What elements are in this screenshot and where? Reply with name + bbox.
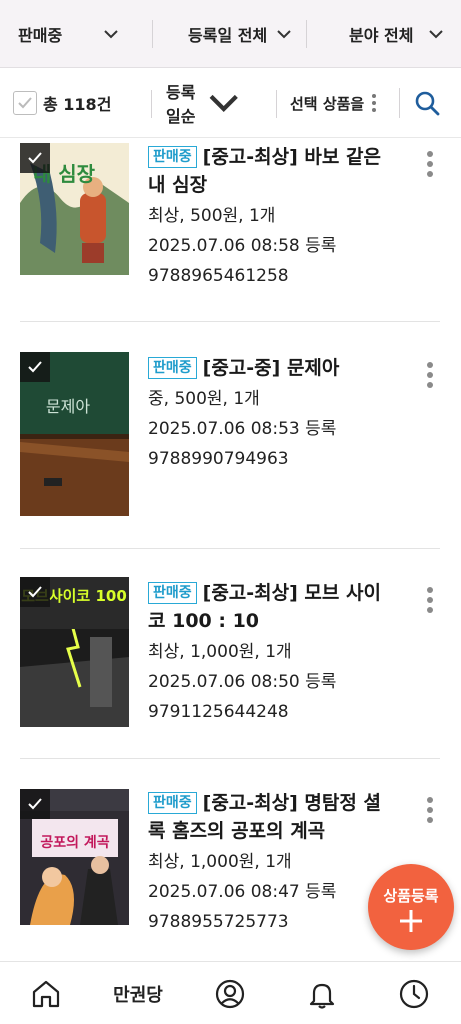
more-vertical-icon [372, 94, 377, 112]
check-icon [18, 97, 32, 109]
list-item[interactable]: 내 심장 판매중 [중고-최상] 바보 같은 내 심장 최상, 500원, 1개 … [20, 139, 440, 322]
check-icon [28, 152, 42, 164]
chevron-down-icon [429, 30, 444, 39]
select-all[interactable]: 총 118건 [13, 68, 111, 138]
nav-home[interactable] [26, 962, 66, 1024]
date-filter-label: 등록일 전체 [188, 26, 268, 45]
check-icon [28, 798, 42, 810]
selected-items-menu[interactable]: 선택 상품을 [290, 68, 377, 138]
genre-filter-dropdown[interactable]: 분야 전체 [349, 0, 444, 68]
status-badge: 판매중 [148, 146, 197, 168]
divider [152, 20, 153, 48]
product-list: 내 심장 판매중 [중고-최상] 바보 같은 내 심장 최상, 500원, 1개 … [0, 139, 461, 961]
book-cover: 공포의 계곡 [20, 789, 129, 925]
item-select-checkbox[interactable] [20, 352, 50, 382]
item-select-checkbox[interactable] [20, 789, 50, 819]
plus-icon [400, 909, 422, 932]
sort-dropdown[interactable]: 등록일순 [166, 68, 239, 138]
divider [306, 20, 307, 48]
item-isbn: 9788990794963 [148, 449, 289, 469]
filter-bar: 판매중 등록일 전체 분야 전체 [0, 0, 461, 68]
list-toolbar: 총 118건 등록일순 선택 상품을 [0, 68, 461, 138]
clock-icon [399, 979, 429, 1008]
item-condition-price: 중, 500원, 1개 [148, 389, 260, 409]
chevron-down-icon [277, 30, 291, 39]
book-cover: 내 심장 [20, 143, 129, 275]
item-isbn: 9788965461258 [148, 266, 289, 286]
item-condition-price: 최상, 1,000원, 1개 [148, 642, 292, 662]
total-count: 총 118건 [43, 95, 112, 114]
chevron-down-icon [104, 30, 118, 39]
bell-icon [309, 983, 335, 1009]
item-title-line[interactable]: 판매중 [중고-중] 문제아 [148, 354, 388, 382]
search-icon [415, 91, 440, 116]
item-more-button[interactable] [424, 362, 436, 388]
item-more-button[interactable] [424, 151, 436, 177]
status-filter-label: 판매중 [18, 26, 63, 45]
divider [151, 90, 152, 118]
nav-store[interactable]: 만권당 [100, 962, 176, 1024]
item-select-checkbox[interactable] [20, 577, 50, 607]
item-condition-price: 최상, 500원, 1개 [148, 206, 276, 226]
item-condition-price: 최상, 1,000원, 1개 [148, 852, 292, 872]
item-title-line[interactable]: 판매중 [중고-최상] 명탐정 셜록 홈즈의 공포의 계곡 [148, 789, 388, 845]
item-registered-date: 2025.07.06 08:53 등록 [148, 419, 337, 439]
chevron-down-icon [210, 95, 239, 113]
item-title-line[interactable]: 판매중 [중고-최상] 바보 같은 내 심장 [148, 143, 388, 199]
item-registered-date: 2025.07.06 08:47 등록 [148, 882, 337, 902]
genre-filter-label: 분야 전체 [349, 26, 414, 45]
status-badge: 판매중 [148, 792, 197, 814]
divider [276, 90, 277, 118]
check-icon [28, 586, 42, 598]
item-info: 판매중 [중고-최상] 명탐정 셜록 홈즈의 공포의 계곡 최상, 1,000원,… [148, 789, 388, 937]
cover-title: 문제아 [46, 397, 90, 416]
nav-notifications[interactable] [302, 962, 342, 1024]
select-action-label: 선택 상품을 [290, 94, 365, 113]
check-icon [28, 361, 42, 373]
item-isbn: 9788955725773 [148, 912, 289, 932]
select-all-checkbox[interactable] [13, 91, 37, 115]
item-title: [중고-중] 문제아 [202, 357, 340, 379]
item-more-button[interactable] [424, 797, 436, 823]
sort-label: 등록일순 [166, 83, 196, 126]
user-circle-icon [215, 979, 245, 1008]
status-filter-dropdown[interactable]: 판매중 [18, 0, 118, 68]
item-info: 판매중 [중고-중] 문제아 중, 500원, 1개 2025.07.06 08:… [148, 354, 388, 474]
home-icon [32, 980, 60, 1007]
date-filter-dropdown[interactable]: 등록일 전체 [188, 0, 291, 68]
nav-history[interactable] [394, 962, 434, 1024]
register-product-button[interactable]: 상품등록 [368, 864, 454, 950]
item-more-button[interactable] [424, 587, 436, 613]
list-item[interactable]: 문제아 판매중 [중고-중] 문제아 중, 500원, 1개 2025.07.06… [20, 322, 440, 549]
nav-profile[interactable] [210, 962, 250, 1024]
item-info: 판매중 [중고-최상] 바보 같은 내 심장 최상, 500원, 1개 2025.… [148, 143, 388, 291]
register-product-label: 상품등록 [383, 886, 439, 905]
nav-store-label: 만권당 [113, 984, 163, 1006]
status-badge: 판매중 [148, 357, 197, 379]
status-badge: 판매중 [148, 582, 197, 604]
bottom-nav: 만권당 [0, 961, 461, 1024]
book-cover: 모브사이코 100 [20, 577, 129, 727]
item-registered-date: 2025.07.06 08:58 등록 [148, 236, 337, 256]
list-item[interactable]: 모브사이코 100 판매중 [중고-최상] 모브 사이코 100 : 10 최상,… [20, 549, 440, 759]
divider [399, 88, 400, 118]
item-info: 판매중 [중고-최상] 모브 사이코 100 : 10 최상, 1,000원, 1… [148, 579, 388, 727]
book-cover: 문제아 [20, 352, 129, 516]
search-button[interactable] [414, 68, 440, 138]
item-title-line[interactable]: 판매중 [중고-최상] 모브 사이코 100 : 10 [148, 579, 388, 635]
cover-title: 공포의 계곡 [40, 834, 109, 851]
item-registered-date: 2025.07.06 08:50 등록 [148, 672, 337, 692]
item-isbn: 9791125644248 [148, 702, 289, 722]
item-select-checkbox[interactable] [20, 143, 50, 173]
